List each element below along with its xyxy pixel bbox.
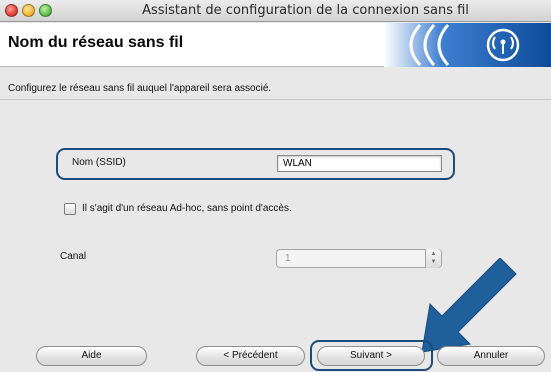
help-button[interactable]: Aide — [36, 346, 147, 366]
cancel-button[interactable]: Annuler — [437, 346, 545, 366]
title-bar[interactable]: Assistant de configuration de la connexi… — [0, 0, 551, 22]
ssid-input[interactable] — [277, 155, 442, 172]
adhoc-checkbox[interactable] — [64, 203, 76, 215]
header-banner: Nom du réseau sans fil — [0, 23, 551, 67]
window-title: Assistant de configuration de la connexi… — [142, 3, 469, 18]
previous-button[interactable]: < Précédent — [196, 346, 305, 366]
separator — [0, 99, 551, 100]
wireless-signal-icon — [384, 23, 551, 67]
channel-label: Canal — [60, 251, 87, 262]
next-button[interactable]: Suivant > — [317, 346, 425, 366]
zoom-window-button[interactable] — [39, 4, 52, 17]
minimize-window-button[interactable] — [22, 4, 35, 17]
page-title: Nom du réseau sans fil — [8, 34, 184, 51]
close-window-button[interactable] — [5, 4, 18, 17]
ssid-label: Nom (SSID) — [72, 157, 126, 168]
channel-value: 1 — [285, 253, 291, 264]
setup-assistant-window: Assistant de configuration de la connexi… — [0, 0, 551, 372]
adhoc-checkbox-label[interactable]: Il s'agit d'un réseau Ad-hoc, sans point… — [82, 203, 292, 214]
instruction-text: Configurez le réseau sans fil auquel l'a… — [8, 83, 272, 94]
